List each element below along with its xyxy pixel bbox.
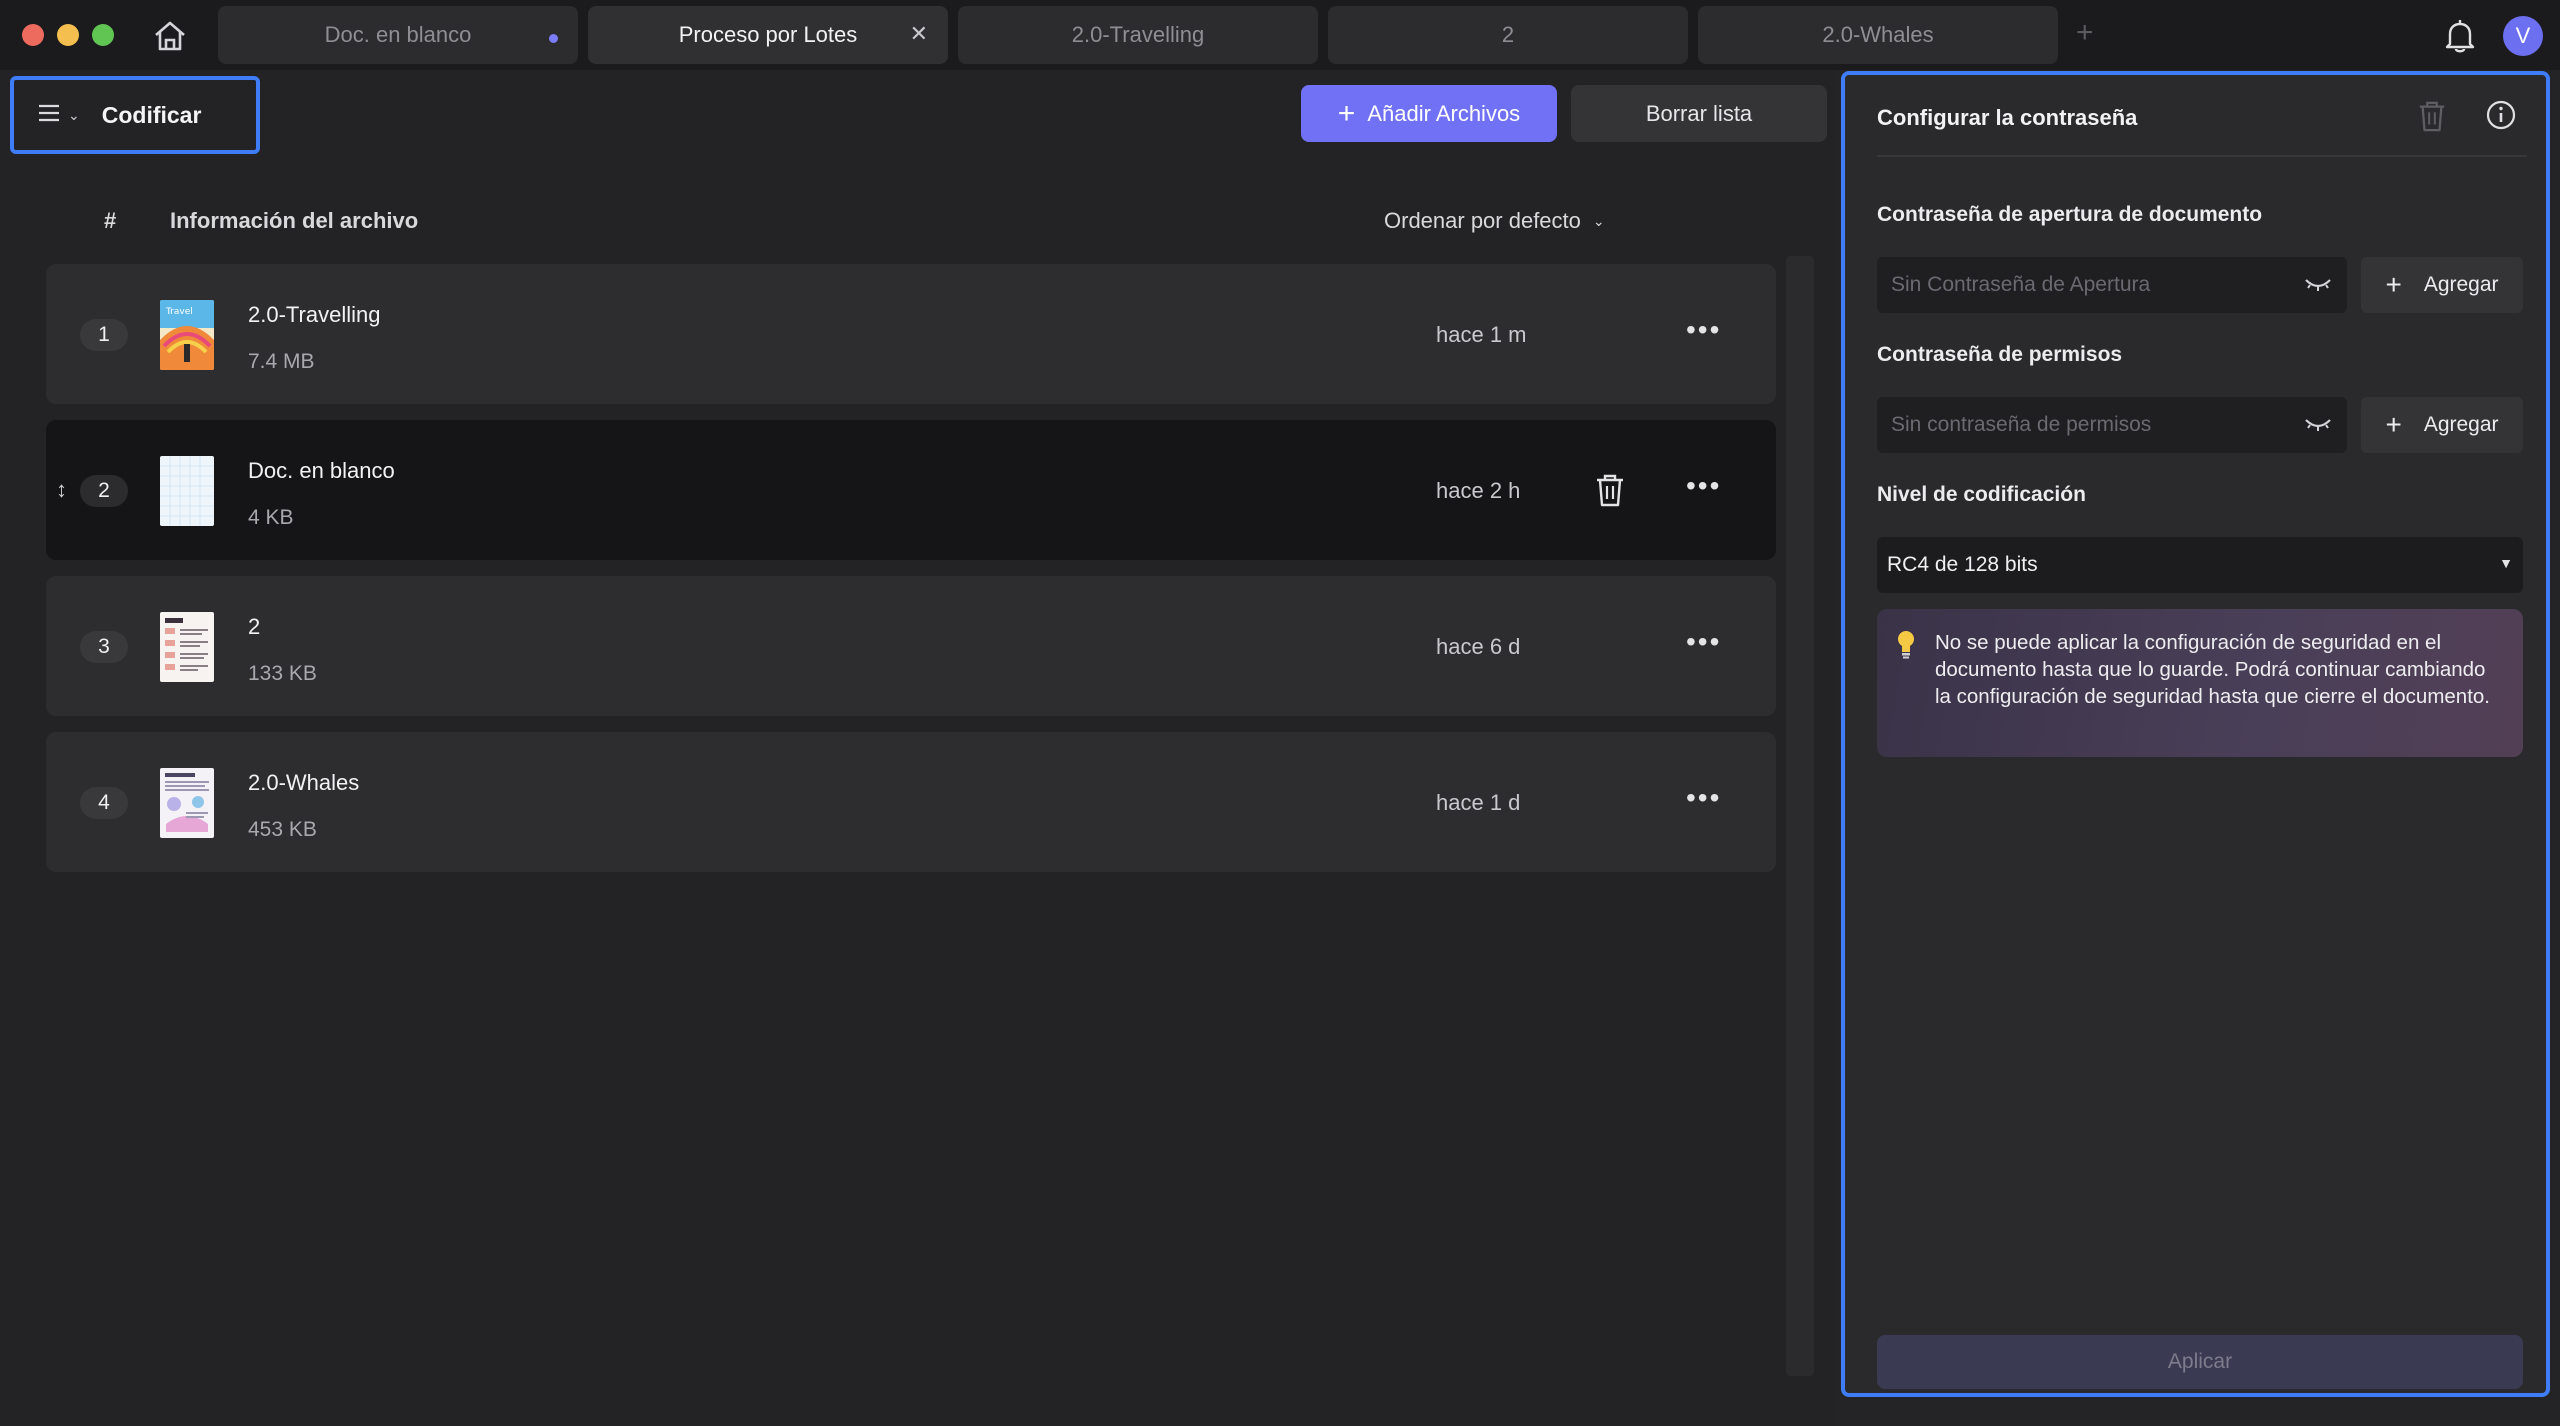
file-name: 2 — [248, 614, 261, 639]
new-tab-plus-icon[interactable]: + — [2076, 18, 2094, 48]
row-index: 4 — [80, 787, 128, 819]
tab-doc-en-blanco[interactable]: Doc. en blanco — [218, 6, 578, 64]
file-row[interactable]: 4 2.0-Whales 453 KB hace 1 d ••• — [46, 732, 1776, 872]
lightbulb-icon — [1895, 629, 1917, 659]
file-time: hace 1 m — [1436, 322, 1527, 347]
column-index-header: # — [104, 208, 117, 233]
more-options-icon[interactable]: ••• — [1686, 314, 1721, 346]
add-files-label: Añadir Archivos — [1367, 100, 1521, 126]
file-thumbnail: Travel — [160, 300, 214, 370]
add-permissions-password-button[interactable]: + Agregar — [2361, 397, 2523, 453]
column-info-header: Información del archivo — [170, 208, 419, 233]
more-options-icon[interactable]: ••• — [1686, 626, 1721, 658]
file-name: 2.0-Whales — [248, 770, 360, 795]
trash-icon[interactable] — [2417, 99, 2447, 133]
bell-icon[interactable] — [2443, 18, 2477, 54]
row-index: 2 — [80, 475, 128, 507]
encryption-level-value: RC4 de 128 bits — [1887, 553, 2038, 576]
svg-text:Travel: Travel — [165, 307, 193, 317]
add-open-password-button[interactable]: + Agregar — [2361, 257, 2523, 313]
unsaved-dot-icon — [549, 34, 558, 43]
panel-title: Configurar la contraseña — [1877, 105, 2138, 130]
drag-handle-icon[interactable]: ↕ — [56, 477, 67, 503]
close-tab-icon[interactable]: ✕ — [910, 23, 928, 45]
file-time: hace 6 d — [1436, 634, 1521, 659]
tab-2[interactable]: 2 — [1328, 6, 1688, 64]
eye-closed-icon[interactable] — [2303, 413, 2333, 435]
mode-label: Codificar — [101, 101, 202, 128]
file-size: 4 KB — [248, 506, 294, 529]
permissions-password-select[interactable]: Sin contraseña de permisos — [1877, 397, 2347, 453]
menu-icon — [38, 103, 60, 128]
security-notice-text: No se puede aplicar la configuración de … — [1935, 631, 2490, 708]
trash-icon[interactable] — [1594, 472, 1626, 508]
plus-icon: + — [1337, 96, 1356, 130]
add-files-button[interactable]: + Añadir Archivos — [1301, 85, 1557, 142]
file-thumbnail — [160, 456, 214, 526]
add-label: Agregar — [2423, 273, 2499, 296]
file-size: 133 KB — [248, 662, 317, 685]
minimize-window-button[interactable] — [57, 24, 79, 46]
caret-down-icon: ▼ — [2499, 555, 2513, 571]
more-options-icon[interactable]: ••• — [1686, 782, 1721, 814]
row-index: 1 — [80, 319, 128, 351]
file-thumbnail — [160, 768, 214, 838]
file-size: 7.4 MB — [248, 350, 315, 373]
file-name: 2.0-Travelling — [248, 302, 381, 327]
plus-icon: + — [2385, 409, 2402, 440]
close-window-button[interactable] — [22, 24, 44, 46]
tab-label: Proceso por Lotes — [678, 22, 858, 47]
list-scrollbar[interactable] — [1786, 256, 1814, 1376]
clear-list-button[interactable]: Borrar lista — [1571, 85, 1827, 142]
plus-icon: + — [2385, 269, 2402, 300]
sort-label: Ordenar por defecto — [1384, 208, 1581, 233]
apply-button[interactable]: Aplicar — [1877, 1335, 2523, 1389]
chevron-down-icon: ⌄ — [68, 106, 80, 123]
file-size: 453 KB — [248, 818, 317, 841]
permissions-password-label: Contraseña de permisos — [1877, 343, 2123, 366]
file-time: hace 1 d — [1436, 790, 1521, 815]
chevron-down-icon: ⌄ — [1592, 212, 1605, 229]
eye-closed-icon[interactable] — [2303, 273, 2333, 295]
add-label: Agregar — [2423, 413, 2499, 436]
info-icon[interactable] — [2485, 99, 2517, 131]
batch-list-area: ⌄ Codificar + Añadir Archivos Borrar lis… — [0, 70, 1836, 1426]
divider — [1877, 155, 2527, 157]
open-password-placeholder: Sin Contraseña de Apertura — [1891, 273, 2151, 296]
sort-dropdown[interactable]: Ordenar por defecto ⌄ — [1384, 208, 1605, 234]
tab-2-0-travelling[interactable]: 2.0-Travelling — [958, 6, 1318, 64]
file-time: hace 2 h — [1436, 478, 1521, 503]
file-name: Doc. en blanco — [248, 458, 395, 483]
row-index: 3 — [80, 631, 128, 663]
tab-label: Doc. en blanco — [324, 22, 472, 47]
tab-label: 2.0-Travelling — [1071, 22, 1205, 47]
mode-selector-button[interactable]: ⌄ Codificar — [10, 76, 260, 154]
file-row[interactable]: ↕ 2 Doc. en blanco 4 KB hace 2 h ••• — [46, 420, 1776, 560]
encryption-level-select[interactable]: RC4 de 128 bits ▼ — [1877, 537, 2523, 593]
tab-label: 2.0-Whales — [1822, 22, 1934, 47]
home-icon[interactable] — [150, 16, 190, 56]
file-row[interactable]: 1 Travel 2.0-Travelling 7.4 MB hace 1 m … — [46, 264, 1776, 404]
password-settings-panel: Configurar la contraseña Contraseña de a… — [1841, 71, 2550, 1397]
avatar[interactable]: V — [2503, 16, 2543, 56]
tab-label: 2 — [1501, 22, 1515, 47]
permissions-password-placeholder: Sin contraseña de permisos — [1891, 413, 2152, 436]
security-notice: No se puede aplicar la configuración de … — [1877, 609, 2523, 757]
open-password-select[interactable]: Sin Contraseña de Apertura — [1877, 257, 2347, 313]
tab-proceso-por-lotes[interactable]: Proceso por Lotes ✕ — [588, 6, 948, 64]
file-thumbnail — [160, 612, 214, 682]
open-password-label: Contraseña de apertura de documento — [1877, 203, 2263, 226]
zoom-window-button[interactable] — [92, 24, 114, 46]
app-window: Doc. en blanco Proceso por Lotes ✕ 2.0-T… — [0, 0, 2560, 1426]
title-bar: Doc. en blanco Proceso por Lotes ✕ 2.0-T… — [0, 0, 2560, 70]
tab-2-0-whales[interactable]: 2.0-Whales — [1698, 6, 2058, 64]
more-options-icon[interactable]: ••• — [1686, 470, 1721, 502]
file-row[interactable]: 3 2 133 KB hace 6 d ••• — [46, 576, 1776, 716]
encryption-level-label: Nivel de codificación — [1877, 483, 2086, 506]
